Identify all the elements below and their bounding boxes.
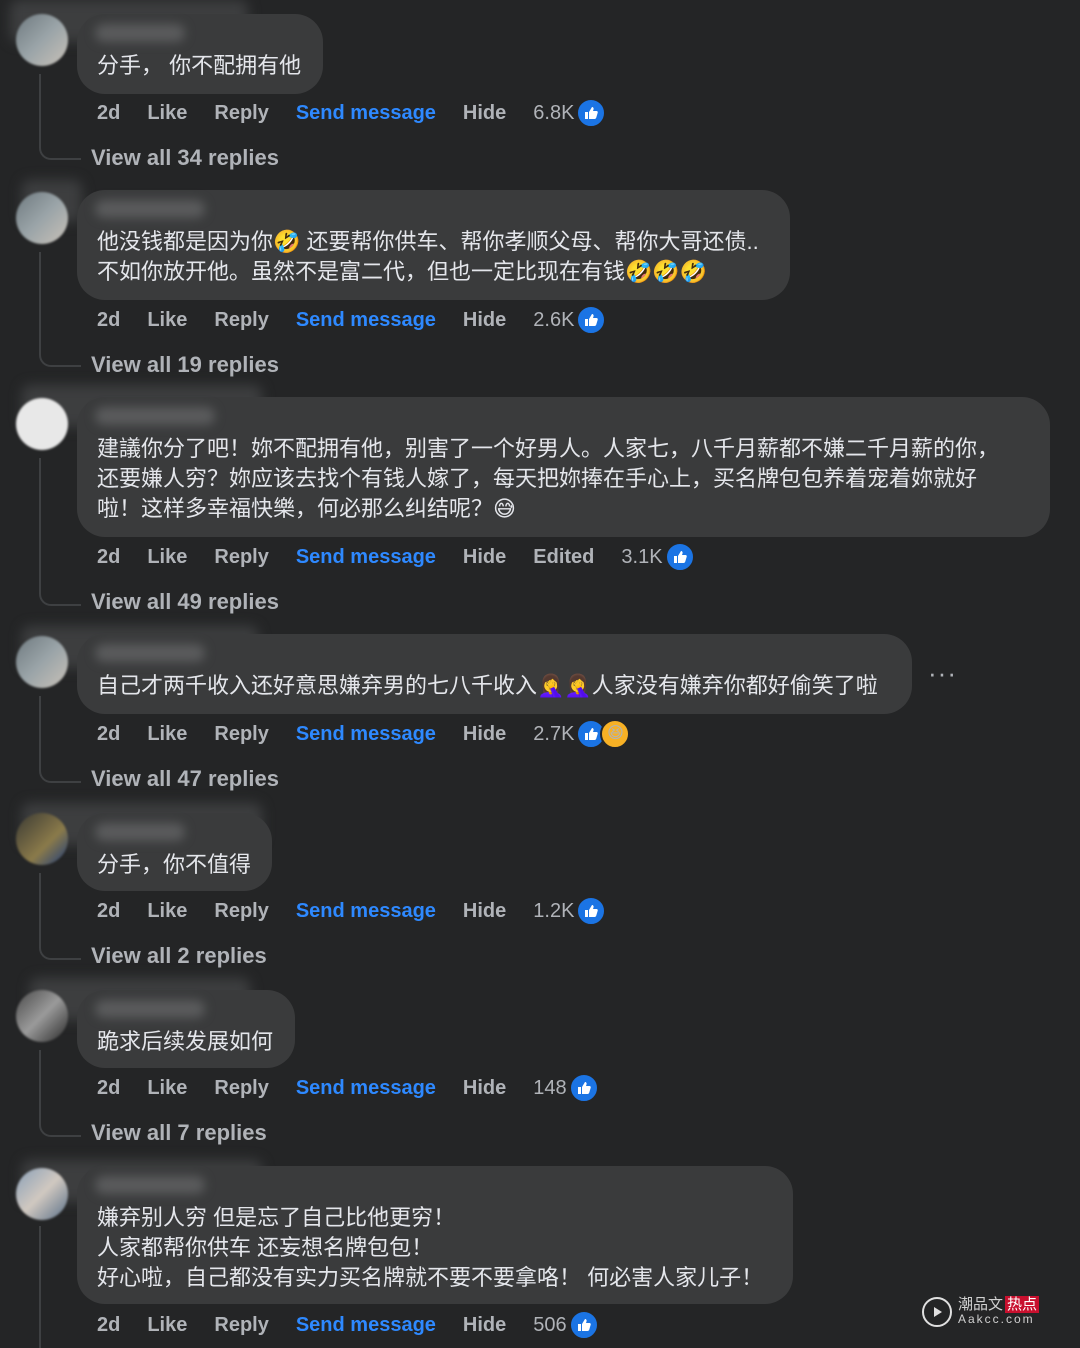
thread-line <box>39 252 81 367</box>
reply-button[interactable]: Reply <box>214 546 268 569</box>
reaction-count[interactable]: 148 <box>533 1077 566 1100</box>
like-button[interactable]: Like <box>147 309 187 332</box>
timestamp[interactable]: 2d <box>97 309 120 332</box>
like-button[interactable]: Like <box>147 900 187 923</box>
send-message-button[interactable]: Send message <box>296 1314 436 1337</box>
comment-actions: 2d Like Reply Send message Hide 6.8K <box>97 98 607 128</box>
edited-label[interactable]: Edited <box>533 546 594 569</box>
comment-text: 自己才两千收入还好意思嫌弃男的七八千收入🤦‍♀️🤦‍♀️人家没有嫌弃你都好偷笑了… <box>97 673 878 698</box>
comment-bubble: 建議你分了吧！妳不配拥有他，别害了一个好男人。人家七，八千月薪都不嫌二千月薪的你… <box>77 397 1050 537</box>
haha-icon: 😆 <box>600 719 631 749</box>
comment-actions: 2d Like Reply Send message Hide 506 <box>97 1310 599 1340</box>
comment-text: 嫌弃别人穷 但是忘了自己比他更穷！ 人家都帮你供车 还妄想名牌包包！ 好心啦，自… <box>97 1205 764 1290</box>
thumbs-up-icon <box>576 98 607 128</box>
avatar[interactable] <box>16 1168 68 1220</box>
comment-actions: 2d Like Reply Send message Hide 148 <box>97 1073 599 1103</box>
avatar[interactable] <box>16 813 68 865</box>
thumbs-up-icon <box>576 896 607 926</box>
comment-bubble: 分手， 你不配拥有他 <box>77 14 323 94</box>
comment-text: 分手，你不值得 <box>97 852 252 877</box>
like-button[interactable]: Like <box>147 102 187 125</box>
hide-button[interactable]: Hide <box>463 900 506 923</box>
view-replies-link[interactable]: View all 19 replies <box>91 352 279 378</box>
avatar[interactable] <box>16 636 68 688</box>
thread-line <box>39 873 81 960</box>
timestamp[interactable]: 2d <box>97 546 120 569</box>
timestamp[interactable]: 2d <box>97 723 120 746</box>
thread-line <box>39 458 81 606</box>
comment-text: 他没钱都是因为你🤣 还要帮你供车、帮你孝顺父母、帮你大哥还债.. 不如你放开他。… <box>97 229 759 284</box>
like-button[interactable]: Like <box>147 1314 187 1337</box>
reply-button[interactable]: Reply <box>214 900 268 923</box>
hide-button[interactable]: Hide <box>463 1077 506 1100</box>
timestamp[interactable]: 2d <box>97 1077 120 1100</box>
reply-button[interactable]: Reply <box>214 1314 268 1337</box>
reaction-count[interactable]: 2.7K <box>533 723 574 746</box>
comment-text: 分手， 你不配拥有他 <box>97 53 302 78</box>
thumbs-up-icon <box>568 1073 599 1103</box>
reaction-count[interactable]: 3.1K <box>621 546 662 569</box>
reaction-count[interactable]: 2.6K <box>533 309 574 332</box>
thread-line <box>39 74 81 160</box>
comment-bubble: 自己才两千收入还好意思嫌弃男的七八千收入🤦‍♀️🤦‍♀️人家没有嫌弃你都好偷笑了… <box>77 634 912 714</box>
hide-button[interactable]: Hide <box>463 723 506 746</box>
reaction-count[interactable]: 506 <box>533 1314 566 1337</box>
hide-button[interactable]: Hide <box>463 102 506 125</box>
avatar[interactable] <box>16 990 68 1042</box>
send-message-button[interactable]: Send message <box>296 723 436 746</box>
comment-actions: 2d Like Reply Send message Hide Edited 3… <box>97 542 695 572</box>
send-message-button[interactable]: Send message <box>296 900 436 923</box>
thread-line <box>39 1226 41 1348</box>
send-message-button[interactable]: Send message <box>296 546 436 569</box>
watermark-badge: 热点 <box>1005 1296 1040 1313</box>
avatar[interactable] <box>16 14 68 66</box>
comment-text: 建議你分了吧！妳不配拥有他，别害了一个好男人。人家七，八千月薪都不嫌二千月薪的你… <box>97 436 1000 521</box>
timestamp[interactable]: 2d <box>97 102 120 125</box>
play-icon <box>922 1297 952 1327</box>
thread-line <box>39 696 81 783</box>
thumbs-up-icon <box>576 305 607 335</box>
like-button[interactable]: Like <box>147 1077 187 1100</box>
send-message-button[interactable]: Send message <box>296 309 436 332</box>
thumbs-up-icon <box>568 1310 599 1340</box>
send-message-button[interactable]: Send message <box>296 1077 436 1100</box>
avatar[interactable] <box>16 398 68 450</box>
reaction-count[interactable]: 6.8K <box>533 102 574 125</box>
view-replies-link[interactable]: View all 49 replies <box>91 589 279 615</box>
comment-bubble: 他没钱都是因为你🤣 还要帮你供车、帮你孝顺父母、帮你大哥还债.. 不如你放开他。… <box>77 190 790 300</box>
more-options-icon[interactable]: ··· <box>928 658 957 689</box>
watermark-url: Aakcc.com <box>958 1312 1035 1326</box>
view-replies-link[interactable]: View all 47 replies <box>91 766 279 792</box>
reply-button[interactable]: Reply <box>214 1077 268 1100</box>
comment-actions: 2d Like Reply Send message Hide 1.2K <box>97 896 607 926</box>
view-replies-link[interactable]: View all 7 replies <box>91 1120 267 1146</box>
reaction-count[interactable]: 1.2K <box>533 900 574 923</box>
reply-button[interactable]: Reply <box>214 723 268 746</box>
timestamp[interactable]: 2d <box>97 900 120 923</box>
view-replies-link[interactable]: View all 34 replies <box>91 145 279 171</box>
thumbs-up-icon <box>664 542 695 572</box>
thread-line <box>39 1050 81 1137</box>
comment-actions: 2d Like Reply Send message Hide 2.6K <box>97 305 607 335</box>
watermark: 潮品文 热点 Aakcc.com <box>922 1288 1072 1336</box>
send-message-button[interactable]: Send message <box>296 102 436 125</box>
like-button[interactable]: Like <box>147 546 187 569</box>
hide-button[interactable]: Hide <box>463 1314 506 1337</box>
reply-button[interactable]: Reply <box>214 102 268 125</box>
hide-button[interactable]: Hide <box>463 309 506 332</box>
comment-actions: 2d Like Reply Send message Hide 2.7K 😆 <box>97 719 631 749</box>
hide-button[interactable]: Hide <box>463 546 506 569</box>
timestamp[interactable]: 2d <box>97 1314 120 1337</box>
reply-button[interactable]: Reply <box>214 309 268 332</box>
view-replies-link[interactable]: View all 2 replies <box>91 943 267 969</box>
comment-bubble: 跪求后续发展如何 <box>77 990 295 1068</box>
avatar[interactable] <box>16 192 68 244</box>
comment-text: 跪求后续发展如何 <box>97 1029 274 1054</box>
comment-bubble: 嫌弃别人穷 但是忘了自己比他更穷！ 人家都帮你供车 还妄想名牌包包！ 好心啦，自… <box>77 1166 793 1304</box>
like-button[interactable]: Like <box>147 723 187 746</box>
comment-bubble: 分手，你不值得 <box>77 813 272 891</box>
watermark-title: 潮品文 <box>958 1296 1004 1313</box>
